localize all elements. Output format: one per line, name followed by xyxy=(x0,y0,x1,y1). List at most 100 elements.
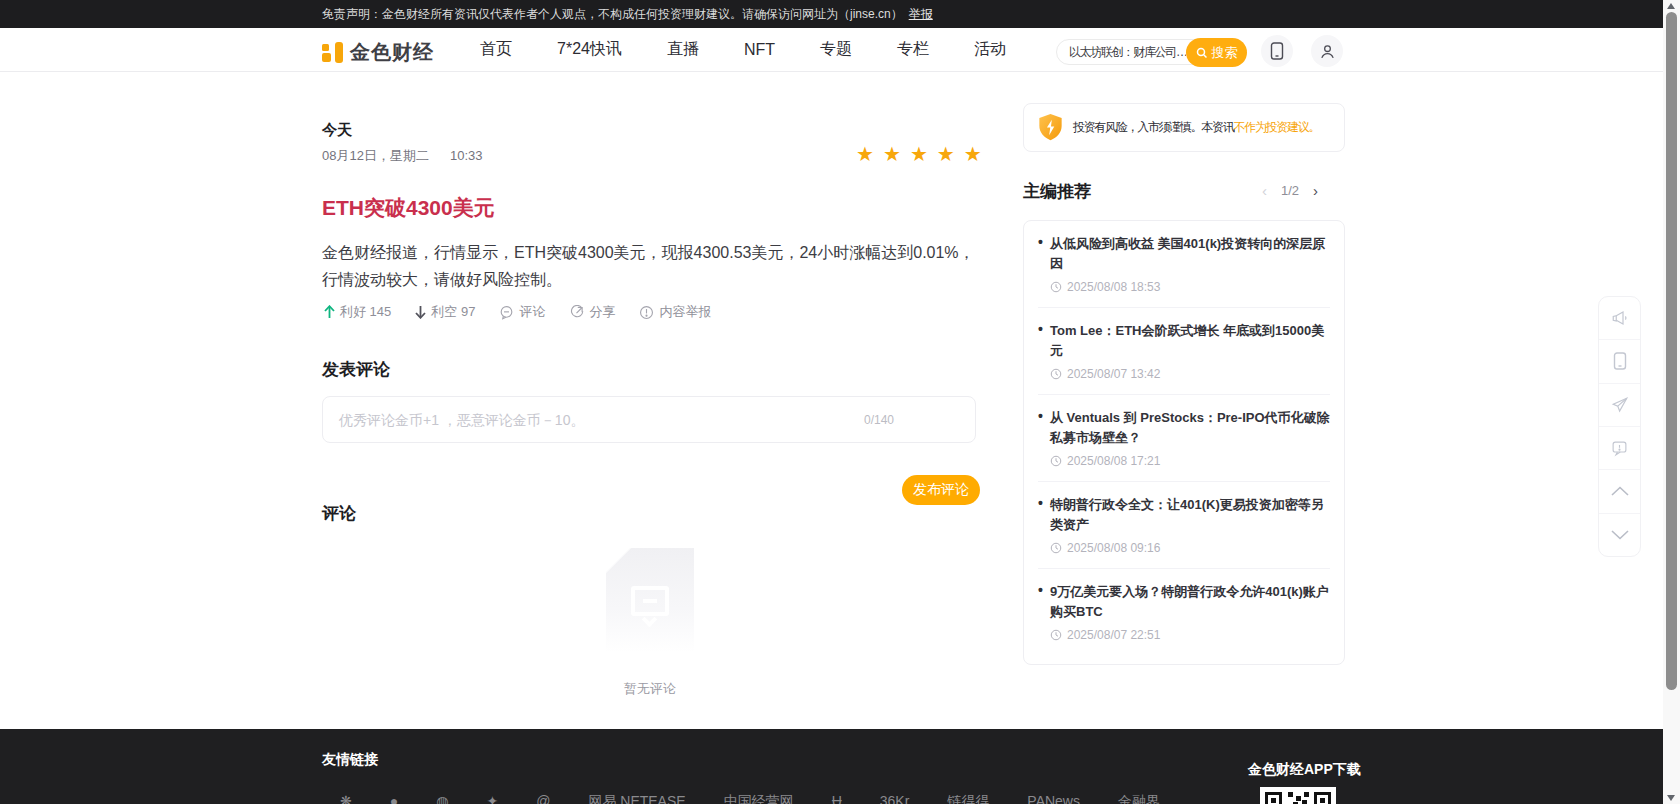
pager-status: 1/2 xyxy=(1281,183,1299,198)
nav-home[interactable]: 首页 xyxy=(480,39,512,60)
article-actions: 利好 145 利空 97 评论 分享 内容举报 xyxy=(324,303,711,321)
main-nav: 首页 7*24快讯 直播 NFT 专题 专栏 活动 xyxy=(480,28,1006,71)
nav-flash[interactable]: 7*24快讯 xyxy=(557,39,622,60)
recommend-title[interactable]: 9万亿美元要入场？特朗普行政令允许401(k)账户购买BTC xyxy=(1050,582,1330,622)
scroll-down-button[interactable] xyxy=(1599,514,1640,556)
star-icon: ★ xyxy=(910,142,928,166)
empty-comments-text: 暂无评论 xyxy=(560,680,740,698)
section-label-today: 今天 xyxy=(322,121,352,140)
nav-topics[interactable]: 专题 xyxy=(820,39,852,60)
share-icon xyxy=(569,305,584,320)
chevron-up-icon xyxy=(1611,486,1629,496)
scrollbar-down-arrow[interactable] xyxy=(1667,795,1675,801)
disclaimer-text: 免责声明：金色财经所有资讯仅代表作者个人观点，不构成任何投资理财建议。请确保访问… xyxy=(322,7,903,21)
article-body: 金色财经报道，行情显示，ETH突破4300美元，现报4300.53美元，24小时… xyxy=(322,239,982,293)
page-scrollbar[interactable] xyxy=(1663,0,1680,804)
recommend-item[interactable]: • Tom Lee：ETH会阶跃式增长 年底或到15000美元 2025/08/… xyxy=(1038,308,1330,395)
partner-logo[interactable]: @ xyxy=(536,793,550,804)
recommend-title[interactable]: 从低风险到高收益 美国401(k)投资转向的深层原因 xyxy=(1050,234,1330,274)
logo-text: 金色财经 xyxy=(350,39,434,66)
report-icon xyxy=(639,305,654,320)
recommend-time: 2025/08/08 17:21 xyxy=(1050,454,1330,468)
feedback-icon xyxy=(1611,440,1628,457)
comment-input[interactable]: 优秀评论金币+1 ，恶意评论金币－10。 0/140 xyxy=(322,396,976,443)
article-datetime: 08月12日，星期二10:33 xyxy=(322,147,482,165)
mobile-button[interactable] xyxy=(1599,340,1640,383)
user-icon xyxy=(1319,43,1336,60)
partner-logo[interactable]: 36Kr xyxy=(880,793,910,804)
search-box[interactable]: 以太坊联创：财库公司… 搜索 xyxy=(1056,39,1246,65)
nav-columns[interactable]: 专栏 xyxy=(897,39,929,60)
recommend-time: 2025/08/08 18:53 xyxy=(1050,280,1330,294)
recommend-item[interactable]: • 从低风险到高收益 美国401(k)投资转向的深层原因 2025/08/08 … xyxy=(1038,221,1330,308)
share-plane-button[interactable] xyxy=(1599,384,1640,427)
megaphone-icon xyxy=(1611,309,1629,327)
article-title[interactable]: ETH突破4300美元 xyxy=(322,194,495,222)
risk-notice-card: 投资有风险，入市须谨慎。本资讯不作为投资建议。 xyxy=(1023,103,1345,152)
scrollbar-thumb[interactable] xyxy=(1666,12,1677,690)
chevron-down-icon xyxy=(1611,530,1629,540)
partner-logo[interactable]: ◍ xyxy=(436,793,448,804)
partner-logo[interactable]: 中国经营网 xyxy=(724,793,794,804)
pager-prev-icon[interactable]: ‹ xyxy=(1262,182,1267,199)
phone-icon xyxy=(1269,42,1285,60)
app-download-heading: 金色财经APP下载 xyxy=(1248,761,1361,779)
search-input[interactable]: 以太坊联创：财库公司… xyxy=(1069,40,1186,64)
announcement-button[interactable] xyxy=(1599,297,1640,340)
logo[interactable]: 金色财经 xyxy=(322,39,434,66)
risk-text: 投资有风险，入市须谨慎。本资讯 xyxy=(1073,120,1234,134)
feedback-button[interactable] xyxy=(1599,427,1640,470)
recommend-pager: ‹ 1/2 › xyxy=(1262,182,1318,199)
arrow-down-icon xyxy=(415,305,426,319)
disclaimer-bar: 免责声明：金色财经所有资讯仅代表作者个人观点，不构成任何投资理财建议。请确保访问… xyxy=(0,0,1663,28)
recommend-item[interactable]: • 特朗普行政令全文：让401(K)更易投资加密等另类资产 2025/08/08… xyxy=(1038,482,1330,569)
pager-next-icon[interactable]: › xyxy=(1313,182,1318,199)
partner-logo[interactable]: Ʉ xyxy=(832,793,842,804)
article-date: 08月12日，星期二 xyxy=(322,148,429,163)
recommend-list: • 从低风险到高收益 美国401(k)投资转向的深层原因 2025/08/08 … xyxy=(1023,220,1345,665)
partner-logo[interactable]: 金融界 xyxy=(1118,793,1160,804)
recommend-item[interactable]: • 9万亿美元要入场？特朗普行政令允许401(k)账户购买BTC 2025/08… xyxy=(1038,569,1330,655)
shield-icon xyxy=(1037,113,1064,142)
comment-button[interactable]: 评论 xyxy=(499,303,545,321)
editor-recommend-heading: 主编推荐 xyxy=(1023,180,1091,203)
partner-logo[interactable]: ● xyxy=(390,793,398,804)
share-button[interactable]: 分享 xyxy=(569,303,615,321)
empty-comments-icon xyxy=(606,548,694,658)
partner-logo[interactable]: ❋ xyxy=(340,793,352,804)
recommend-time: 2025/08/08 09:16 xyxy=(1050,541,1330,555)
report-button[interactable]: 内容举报 xyxy=(639,303,711,321)
partner-logo[interactable]: 链得得 xyxy=(947,793,989,804)
search-button[interactable]: 搜索 xyxy=(1186,38,1247,67)
recommend-time: 2025/08/07 22:51 xyxy=(1050,628,1330,642)
phone-icon xyxy=(1612,352,1628,370)
header: 金色财经 首页 7*24快讯 直播 NFT 专题 专栏 活动 以太坊联创：财库公… xyxy=(0,28,1663,72)
recommend-item[interactable]: • 从 Ventuals 到 PreStocks：Pre-IPO代币化破除私募市… xyxy=(1038,395,1330,482)
nav-nft[interactable]: NFT xyxy=(744,41,775,59)
partner-logo[interactable]: 网易 NETEASE xyxy=(588,793,685,804)
partner-logos: ❋ ● ◍ ✦ @ 网易 NETEASE 中国经营网 Ʉ 36Kr 链得得 PA… xyxy=(340,793,1160,804)
report-link[interactable]: 举报 xyxy=(909,7,933,21)
post-comment-heading: 发表评论 xyxy=(322,358,390,381)
nav-live[interactable]: 直播 xyxy=(667,39,699,60)
recommend-title[interactable]: Tom Lee：ETH会阶跃式增长 年底或到15000美元 xyxy=(1050,321,1330,361)
scroll-up-button[interactable] xyxy=(1599,470,1640,513)
logo-icon xyxy=(322,42,343,63)
star-icon: ★ xyxy=(937,142,955,166)
scrollbar-up-arrow[interactable] xyxy=(1667,3,1675,9)
recommend-title[interactable]: 特朗普行政令全文：让401(K)更易投资加密等另类资产 xyxy=(1050,495,1330,535)
search-icon xyxy=(1196,47,1208,59)
bearish-button[interactable]: 利空 97 xyxy=(415,303,475,321)
comment-placeholder: 优秀评论金币+1 ，恶意评论金币－10。 xyxy=(339,397,584,444)
mobile-app-button[interactable] xyxy=(1261,35,1293,67)
recommend-title[interactable]: 从 Ventuals 到 PreStocks：Pre-IPO代币化破除私募市场壁… xyxy=(1050,408,1330,448)
char-counter: 0/140 xyxy=(864,397,894,444)
nav-activity[interactable]: 活动 xyxy=(974,39,1006,60)
bullish-button[interactable]: 利好 145 xyxy=(324,303,391,321)
partner-logo[interactable]: ✦ xyxy=(486,793,498,804)
partner-logo[interactable]: PANews xyxy=(1027,793,1080,804)
submit-comment-button[interactable]: 发布评论 xyxy=(902,475,980,505)
clock-icon xyxy=(1050,281,1062,293)
recommend-time: 2025/08/07 13:42 xyxy=(1050,367,1330,381)
user-account-button[interactable] xyxy=(1311,35,1343,67)
